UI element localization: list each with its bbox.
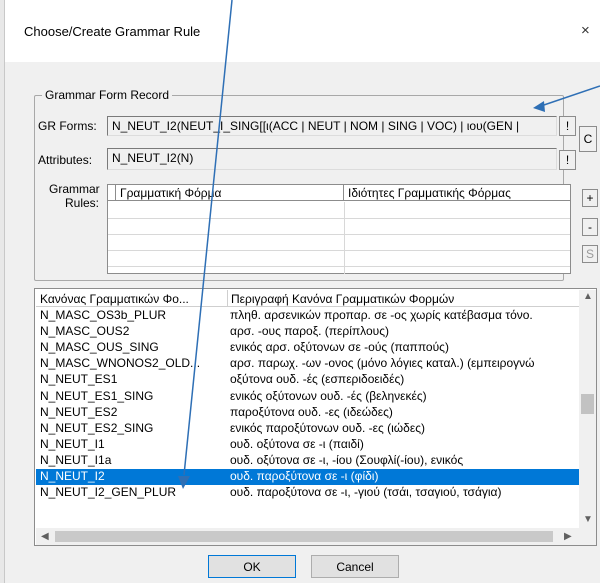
dialog-title: Choose/Create Grammar Rule	[24, 24, 201, 39]
rule-name: N_NEUT_ES2_SING	[40, 420, 154, 435]
rule-name: N_NEUT_ES1	[40, 372, 118, 387]
rule-description: ουδ. παροξύτονα σε -ι, -γιού (τσάι, τσαγ…	[230, 485, 502, 500]
list-header: Κανόνας Γραμματικών Φο... Περιγραφή Κανό…	[36, 290, 579, 307]
grid-header: Γραμματική Φόρμα Ιδιότητες Γραμματικής Φ…	[108, 185, 570, 201]
group-legend: Grammar Form Record	[42, 88, 173, 102]
scroll-down-icon[interactable]: ▼	[583, 514, 593, 525]
rule-description: ουδ. οξύτονα σε -ι, -ίου (Σουφλί(-ίου), …	[230, 452, 464, 467]
scroll-right-icon[interactable]: ▶	[564, 531, 572, 542]
list-item[interactable]: N_MASC_OUS_SING ενικός αρσ. οξύτονων σε -…	[36, 340, 579, 356]
hscroll-thumb[interactable]	[55, 531, 553, 542]
grid-col-form[interactable]: Γραμματική Φόρμα	[116, 185, 344, 201]
rule-description: ουδ. παροξύτονα σε -ι (φίδι)	[230, 469, 379, 483]
s-button[interactable]: S	[582, 245, 598, 263]
list-col-rule[interactable]: Κανόνας Γραμματικών Φο...	[40, 292, 226, 306]
rule-name: N_NEUT_I1	[40, 436, 105, 451]
close-icon[interactable]: ×	[581, 22, 590, 39]
list-item[interactable]: N_MASC_OUS2 αρσ. -ους παροξ. (περίπλους)	[36, 324, 579, 340]
list-item[interactable]: N_NEUT_ES1_SING ενικός οξύτονων ουδ. -ές …	[36, 389, 579, 405]
list-item[interactable]: N_NEUT_I1a ουδ. οξύτονα σε -ι, -ίου (Σουφ…	[36, 453, 579, 469]
rule-name: N_MASC_OS3b_PLUR	[40, 308, 167, 322]
vertical-scrollbar[interactable]: ▲ ▼	[579, 290, 596, 528]
rule-description: πληθ. αρσενικών προπαρ. σε -ος χωρίς κατ…	[230, 308, 533, 322]
rule-name: N_NEUT_I2_GEN_PLUR	[40, 485, 177, 500]
rule-name: N_NEUT_I1a	[40, 452, 112, 467]
list-item[interactable]: N_MASC_OS3b_PLUR πληθ. αρσενικών προπαρ. …	[36, 308, 579, 324]
list-col-description[interactable]: Περιγραφή Κανόνα Γραμματικών Φορμών	[231, 292, 577, 306]
scroll-thumb[interactable]	[581, 394, 594, 414]
list-item[interactable]: N_NEUT_I2 ουδ. παροξύτονα σε -ι (φίδι)	[36, 469, 579, 485]
rule-name: N_NEUT_ES1_SING	[40, 388, 154, 403]
rule-description: ουδ. οξύτονα σε -ι (παιδί)	[230, 436, 364, 451]
grid-col-props[interactable]: Ιδιότητες Γραμματικής Φόρμας	[344, 185, 572, 201]
grammar-rules-label: Grammar Rules:	[49, 182, 100, 210]
list-item[interactable]: N_NEUT_ES1 οξύτονα ουδ. -ές (εσπεριδοειδέ…	[36, 372, 579, 388]
add-rule-button[interactable]: +	[582, 189, 598, 207]
rule-name: N_NEUT_ES2	[40, 404, 118, 419]
rule-description: ενικός οξύτονων ουδ. -ές (βεληνεκές)	[230, 388, 427, 403]
attributes-label: Attributes:	[38, 153, 93, 167]
list-item[interactable]: N_NEUT_I1 ουδ. οξύτονα σε -ι (παιδί)	[36, 437, 579, 453]
grammar-rules-grid[interactable]: Γραμματική Φόρμα Ιδιότητες Γραμματικής Φ…	[107, 184, 571, 274]
rule-description: ενικός αρσ. οξύτονων σε -ούς (παππούς)	[230, 340, 449, 355]
remove-rule-button[interactable]: -	[582, 218, 598, 236]
attributes-field[interactable]: N_NEUT_I2(N)	[107, 148, 557, 170]
rule-description: παροξύτονα ουδ. -ες (ιδεώδες)	[230, 404, 393, 419]
horizontal-scrollbar[interactable]: ◀ ▶	[36, 528, 579, 545]
list-item[interactable]: N_NEUT_ES2 παροξύτονα ουδ. -ες (ιδεώδες)	[36, 405, 579, 421]
rule-name: N_MASC_OUS2	[40, 324, 130, 339]
gr-forms-label: GR Forms:	[38, 119, 97, 133]
gr-forms-bang-button[interactable]: !	[559, 116, 576, 136]
list-item[interactable]: N_NEUT_ES2_SING ενικός παροξύτονων ουδ. -…	[36, 421, 579, 437]
rule-description: αρσ. παρωχ. -ων -ονος (μόνο λόγιες καταλ…	[230, 356, 535, 371]
attributes-bang-button[interactable]: !	[559, 150, 576, 170]
left-edge	[0, 0, 5, 583]
ok-button[interactable]: OK	[208, 555, 296, 578]
cancel-button[interactable]: Cancel	[311, 555, 399, 578]
c-button[interactable]: C	[579, 126, 597, 152]
rule-name: N_NEUT_I2	[40, 469, 105, 483]
gr-forms-field[interactable]: N_NEUT_I2(NEUT_I_SING[[ι(ACC | NEUT | NO…	[107, 116, 557, 136]
grammar-rule-list[interactable]: Κανόνας Γραμματικών Φο... Περιγραφή Κανό…	[34, 288, 597, 546]
scroll-left-icon[interactable]: ◀	[41, 531, 49, 542]
scroll-up-icon[interactable]: ▲	[583, 291, 593, 302]
list-item[interactable]: N_MASC_WNONOS2_OLD... αρσ. παρωχ. -ων -ον…	[36, 356, 579, 372]
rule-description: αρσ. -ους παροξ. (περίπλους)	[230, 324, 390, 339]
rule-description: οξύτονα ουδ. -ές (εσπεριδοειδές)	[230, 372, 405, 387]
rule-name: N_MASC_WNONOS2_OLD...	[40, 356, 201, 371]
list-item[interactable]: N_NEUT_I2_GEN_PLUR ουδ. παροξύτονα σε -ι,…	[36, 485, 579, 501]
rule-name: N_MASC_OUS_SING	[40, 340, 159, 355]
rule-description: ενικός παροξύτονων ουδ. -ες (ιώδες)	[230, 420, 425, 435]
